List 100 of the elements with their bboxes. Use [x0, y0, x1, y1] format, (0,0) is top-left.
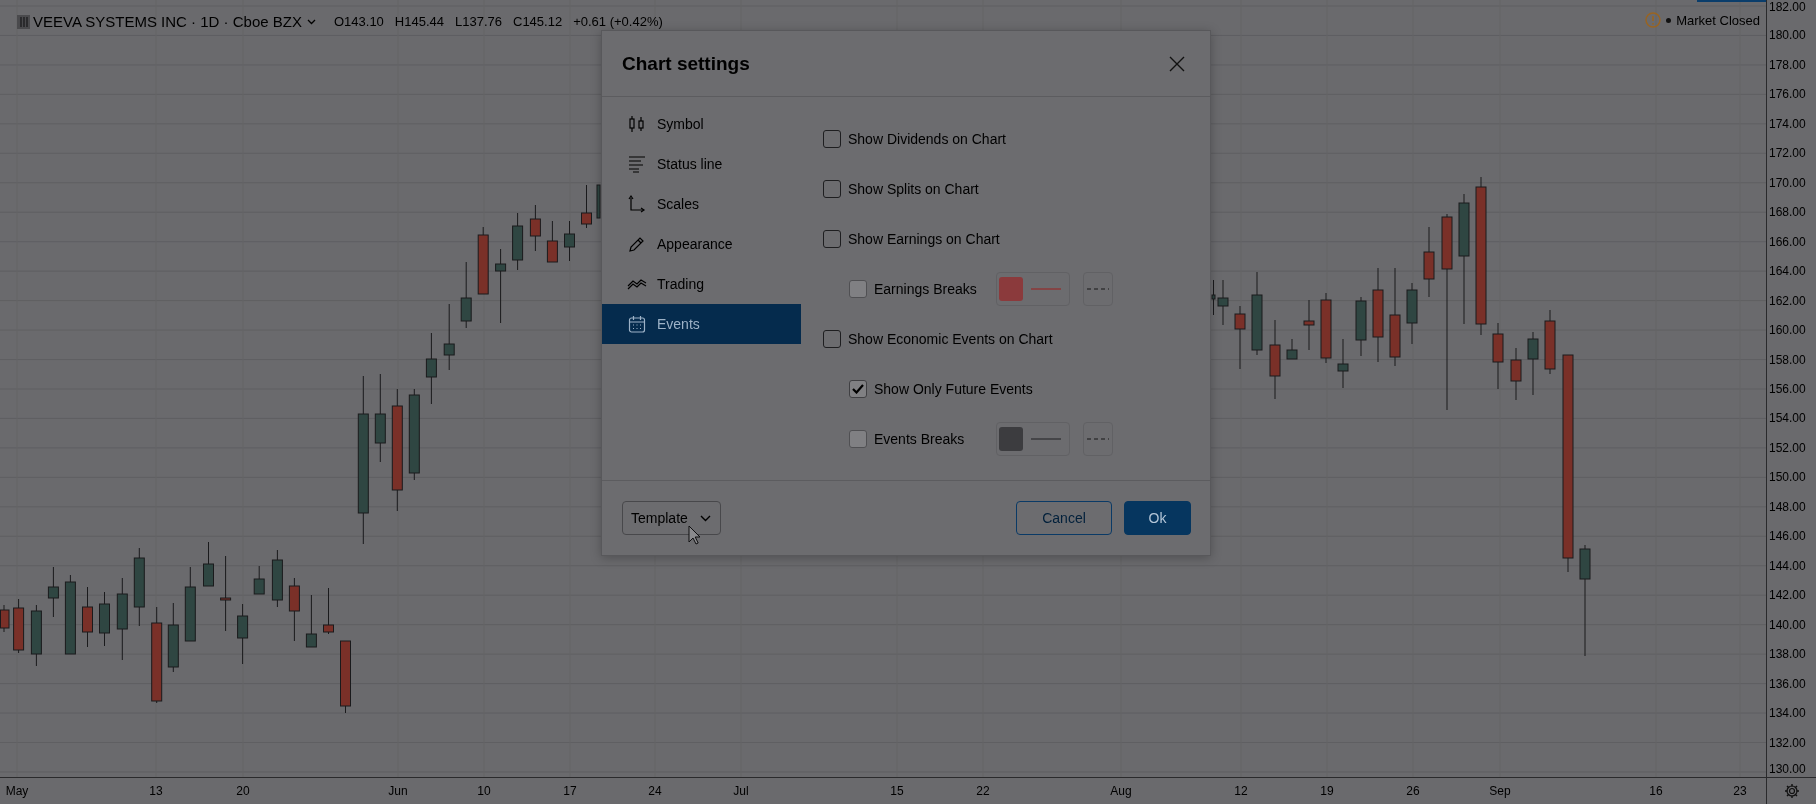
checkbox-label: Events Breaks [874, 431, 965, 447]
sidebar-tab[interactable]: Events [602, 304, 801, 344]
candlestick [546, 220, 558, 263]
legend-value: L137.76 [455, 14, 502, 29]
time-label: 22 [976, 783, 990, 800]
price-label: 150.00 [1769, 470, 1806, 485]
price-label: 172.00 [1769, 146, 1806, 161]
price-label: 134.00 [1769, 706, 1806, 721]
candlestick [477, 226, 489, 295]
time-label: 24 [648, 783, 662, 800]
time-label: May [5, 783, 29, 800]
sidebar-tab[interactable]: Scales [602, 184, 801, 224]
chevron-down-icon [700, 514, 711, 522]
candlestick [596, 184, 601, 219]
close-icon[interactable] [1169, 55, 1185, 72]
candlestick [564, 220, 575, 262]
checkbox[interactable] [823, 130, 841, 148]
price-label: 144.00 [1769, 558, 1806, 573]
candlestick [305, 594, 317, 648]
price-label: 148.00 [1769, 499, 1806, 514]
axes-icon [627, 194, 647, 214]
candlestick [1320, 292, 1332, 364]
candlestick [271, 549, 283, 608]
time-label: 19 [1320, 783, 1334, 800]
candlestick [167, 602, 179, 673]
stripes-icon [17, 14, 30, 29]
price-label: 182.00 [1769, 0, 1806, 14]
candlestick [0, 604, 10, 633]
candlestick [99, 591, 110, 647]
cancel-button[interactable]: Cancel [1016, 501, 1112, 535]
ok-button[interactable]: Ok [1124, 501, 1191, 535]
candlestick [1303, 299, 1315, 351]
check-icon [852, 384, 864, 394]
time-label: 10 [477, 783, 491, 800]
time-label: Sep [1489, 783, 1511, 800]
time-label: 12 [1234, 783, 1248, 800]
line-style-button[interactable] [1083, 422, 1113, 456]
checkbox-label: Earnings Breaks [874, 281, 977, 297]
legend-value: H145.44 [394, 14, 444, 29]
highlight-strip [1697, 0, 1766, 2]
sidebar-tab[interactable]: Status line [602, 144, 801, 184]
symbol-title[interactable]: VEEVA SYSTEMS INC · 1D · Cboe BZX [33, 13, 302, 30]
candlestick [253, 565, 265, 595]
color-picker-button[interactable] [996, 422, 1070, 456]
candlestick [443, 303, 455, 371]
checkbox-label: Show Splits on Chart [848, 181, 979, 197]
time-label: Aug [1110, 783, 1132, 800]
candlestick [1527, 331, 1539, 396]
price-label: 154.00 [1769, 411, 1806, 426]
price-label: 130.00 [1769, 762, 1806, 776]
chevron-down-icon[interactable] [306, 18, 316, 25]
sidebar-tab[interactable]: Symbol [602, 104, 801, 144]
time-label: 23 [1733, 783, 1747, 800]
price-label: 156.00 [1769, 381, 1806, 396]
checkbox[interactable] [823, 330, 841, 348]
settings-icon[interactable] [1783, 783, 1800, 799]
checkbox[interactable] [823, 230, 841, 248]
price-label: 160.00 [1769, 323, 1806, 338]
price-label: 180.00 [1769, 28, 1806, 43]
candlestick [323, 587, 334, 635]
time-label: 16 [1649, 783, 1663, 800]
time-label: 15 [890, 783, 904, 800]
price-label: 174.00 [1769, 116, 1806, 131]
candlestick [1492, 322, 1504, 390]
legend-value: O143.10 [333, 14, 384, 29]
mouse-cursor-icon [688, 525, 701, 545]
price-label: 176.00 [1769, 87, 1806, 102]
candlestick [47, 566, 59, 618]
candlestick [237, 603, 249, 665]
price-label: 178.00 [1769, 57, 1806, 72]
candlestick [288, 577, 300, 642]
color-picker-button[interactable] [996, 272, 1070, 306]
price-label: 166.00 [1769, 234, 1806, 249]
dialog-title: Chart settings [622, 52, 750, 75]
price-label: 152.00 [1769, 440, 1806, 455]
checkbox[interactable] [823, 180, 841, 198]
checkbox-label: Show Only Future Events [874, 381, 1033, 397]
time-label: 20 [236, 783, 250, 800]
time-label: 13 [149, 783, 163, 800]
checkbox-label: Show Economic Events on Chart [848, 331, 1053, 347]
candlestick [13, 598, 25, 654]
line-width-icon [1031, 438, 1061, 440]
time-label: 26 [1406, 783, 1420, 800]
candlestick [1510, 347, 1522, 401]
status-dot-icon [1666, 17, 1672, 23]
sidebar-tab[interactable]: Appearance [602, 224, 801, 264]
candlestick [529, 204, 541, 252]
checkbox-label: Show Earnings on Chart [848, 231, 1000, 247]
time-label: 17 [563, 783, 577, 800]
candlestick [30, 604, 42, 667]
legend-value: C145.12 [513, 14, 563, 29]
line-style-button[interactable] [1083, 272, 1113, 306]
price-label: 168.00 [1769, 205, 1806, 220]
price-label: 146.00 [1769, 529, 1806, 544]
candlestick [460, 261, 472, 329]
candlestick [1234, 305, 1246, 370]
price-label: 158.00 [1769, 352, 1806, 367]
sidebar-tab[interactable]: Trading [602, 264, 801, 304]
line-width-icon [1031, 288, 1061, 290]
candlestick [203, 541, 214, 587]
